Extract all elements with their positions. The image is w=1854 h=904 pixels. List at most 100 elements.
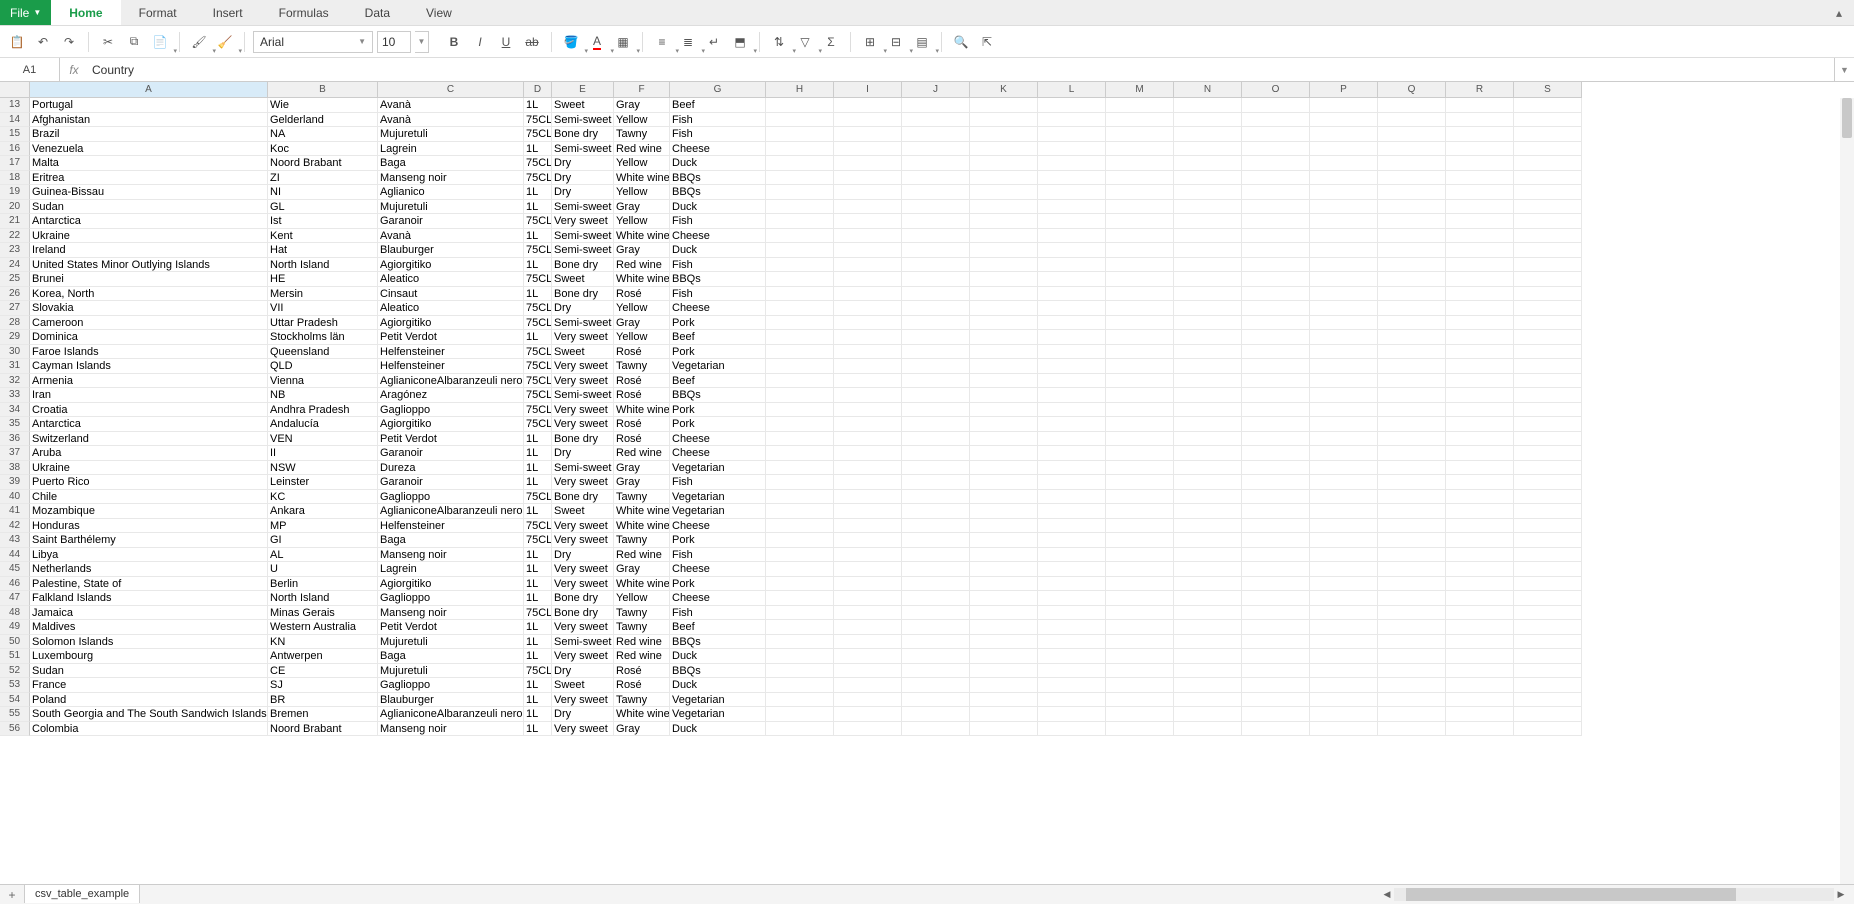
cell[interactable] [1310,113,1378,128]
cell[interactable] [1310,142,1378,157]
redo-icon[interactable]: ↷ [58,31,80,53]
cell[interactable] [766,490,834,505]
cell[interactable]: 1L [524,446,552,461]
cell[interactable]: Helfensteiner [378,345,524,360]
cell[interactable] [1446,678,1514,693]
cell[interactable] [1174,142,1242,157]
cell[interactable]: Andalucía [268,417,378,432]
cell[interactable] [1038,504,1106,519]
cell[interactable] [1514,330,1582,345]
cell[interactable] [1242,490,1310,505]
cell[interactable] [1446,359,1514,374]
cell[interactable] [834,649,902,664]
cell[interactable]: Rosé [614,678,670,693]
cell[interactable] [834,475,902,490]
cell[interactable] [1514,548,1582,563]
cell[interactable]: Agiorgitiko [378,258,524,273]
cell[interactable] [766,707,834,722]
cell[interactable] [1174,461,1242,476]
cell[interactable]: Very sweet [552,403,614,418]
cell[interactable] [1310,432,1378,447]
row-header[interactable]: 32 [0,374,30,389]
insert-cells-icon[interactable]: ⊞ [859,31,881,53]
cell[interactable] [1378,200,1446,215]
cell[interactable]: Garanoir [378,475,524,490]
cell[interactable] [902,562,970,577]
cell[interactable] [1038,403,1106,418]
cell[interactable] [1106,185,1174,200]
cell[interactable] [1310,403,1378,418]
cell[interactable] [834,287,902,302]
cell[interactable] [1106,388,1174,403]
cell[interactable]: 1L [524,432,552,447]
cell[interactable]: Very sweet [552,562,614,577]
cell[interactable]: Semi-sweet [552,200,614,215]
cell[interactable] [1310,185,1378,200]
cell[interactable] [1038,272,1106,287]
export-icon[interactable]: ⇱ [976,31,998,53]
cell[interactable] [766,664,834,679]
cell[interactable]: 1L [524,707,552,722]
cell[interactable]: Fish [670,606,766,621]
cell[interactable]: White wine [614,272,670,287]
cell[interactable] [1174,446,1242,461]
cell[interactable] [1378,388,1446,403]
menu-tab-data[interactable]: Data [347,0,408,25]
cell[interactable]: BBQs [670,635,766,650]
cell[interactable] [1378,185,1446,200]
column-header[interactable]: I [834,82,902,98]
cell[interactable] [1038,359,1106,374]
cell[interactable]: Aleatico [378,301,524,316]
cell[interactable] [1514,98,1582,113]
cell[interactable]: Manseng noir [378,171,524,186]
cell[interactable] [1106,620,1174,635]
cell[interactable] [970,185,1038,200]
cell[interactable] [1310,562,1378,577]
cell[interactable] [902,388,970,403]
cell[interactable]: 1L [524,287,552,302]
cell[interactable] [1038,287,1106,302]
cell[interactable] [1038,301,1106,316]
cell[interactable] [1514,243,1582,258]
cell[interactable] [1378,678,1446,693]
cell[interactable] [834,359,902,374]
cell[interactable]: Semi-sweet [552,316,614,331]
cell[interactable] [970,635,1038,650]
cell[interactable] [1446,287,1514,302]
cell[interactable] [1106,403,1174,418]
cell[interactable] [834,446,902,461]
cell[interactable] [1446,664,1514,679]
cell[interactable] [766,156,834,171]
row-header[interactable]: 34 [0,403,30,418]
row-header[interactable]: 49 [0,620,30,635]
cell[interactable] [902,113,970,128]
cell[interactable] [902,722,970,737]
cell[interactable] [1310,359,1378,374]
menu-tab-home[interactable]: Home [51,0,120,25]
cell[interactable] [902,649,970,664]
cell[interactable]: Manseng noir [378,722,524,737]
cell[interactable] [1446,533,1514,548]
cell[interactable] [1174,417,1242,432]
cell[interactable] [1106,243,1174,258]
align-h-icon[interactable]: ≡ [651,31,673,53]
cell[interactable]: Gelderland [268,113,378,128]
cell[interactable] [902,171,970,186]
cell[interactable] [1446,113,1514,128]
italic-icon[interactable]: I [469,31,491,53]
cell[interactable] [1038,461,1106,476]
cell[interactable] [766,142,834,157]
cell[interactable]: Berlin [268,577,378,592]
cell[interactable] [1446,214,1514,229]
cell[interactable] [766,577,834,592]
cell[interactable]: Dry [552,301,614,316]
cell[interactable] [1378,243,1446,258]
cell[interactable] [1174,287,1242,302]
cell[interactable] [1446,200,1514,215]
cell[interactable]: Hat [268,243,378,258]
cell[interactable] [766,258,834,273]
cell[interactable] [1310,374,1378,389]
cell[interactable] [1038,243,1106,258]
cell[interactable] [1174,519,1242,534]
cell[interactable] [1174,403,1242,418]
